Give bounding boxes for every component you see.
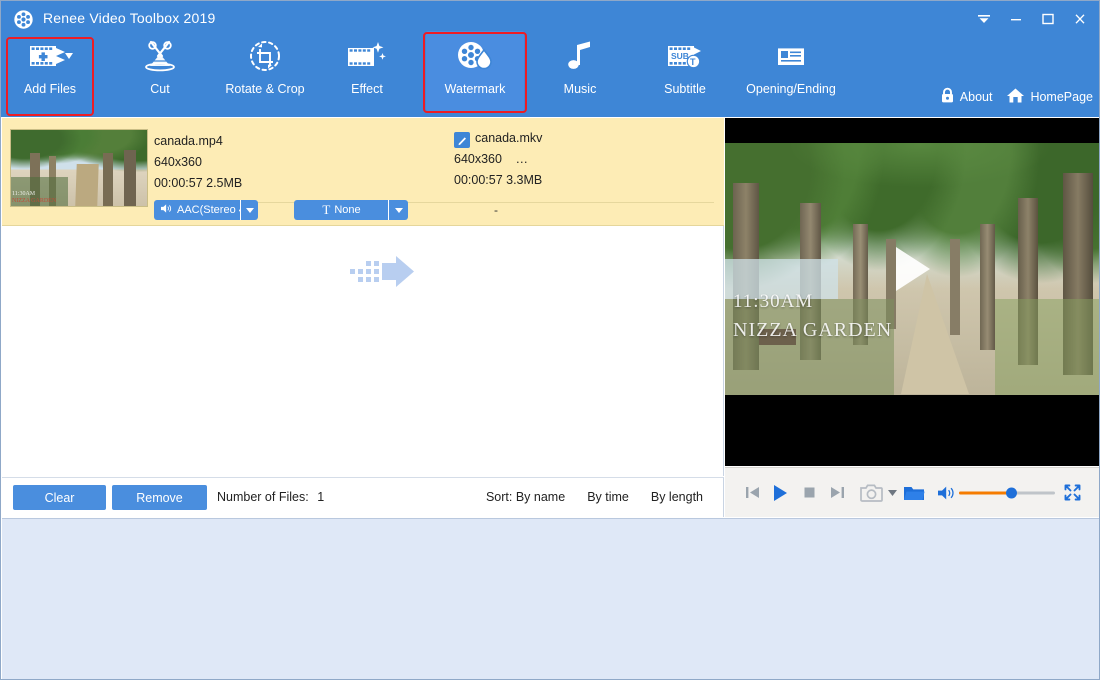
player-controls (725, 467, 1100, 517)
opening-ending-icon (775, 31, 807, 81)
sort-by-length[interactable]: By length (651, 490, 703, 504)
toolbar-item-label: Add Files (24, 82, 76, 96)
target-more-ellipsis[interactable]: … (515, 152, 528, 166)
toolbar-item-opening-ending[interactable]: Opening/Ending (729, 31, 853, 111)
number-of-files-label: Number of Files: (217, 490, 309, 504)
toolbar-item-music[interactable]: Music (539, 31, 621, 111)
skin-menu-button[interactable] (969, 7, 999, 31)
snapshot-menu-button[interactable] (885, 490, 899, 496)
source-file-meta: canada.mp4 640x360 00:00:57 2.5MB (154, 131, 242, 194)
toolbar-item-label: Subtitle (664, 82, 706, 96)
subtitle-track-selector[interactable]: T None (294, 200, 408, 220)
row-extra-field: - (494, 203, 498, 217)
video-surface[interactable]: 11:30AM NIZZA GARDEN (725, 143, 1100, 395)
audio-track-caret-down-icon[interactable] (240, 200, 258, 220)
scissors-icon (140, 31, 180, 81)
homepage-label: HomePage (1030, 90, 1093, 104)
app-title: Renee Video Toolbox 2019 (43, 10, 215, 26)
svg-text:SUB: SUB (671, 51, 689, 61)
play-button[interactable] (765, 483, 795, 503)
edit-pencil-icon[interactable] (454, 132, 470, 148)
music-note-icon (563, 31, 597, 81)
header-bar: Renee Video Toolbox 2019 (1, 1, 1100, 117)
subtitle-track-label: None (334, 204, 360, 216)
film-reel-icon (13, 9, 34, 30)
source-duration-size: 00:00:57 2.5MB (154, 173, 242, 194)
window-controls (969, 7, 1095, 31)
toolbar-item-rotate-crop[interactable]: Rotate & Crop (209, 31, 321, 111)
text-t-icon: T (322, 202, 330, 218)
speaker-icon (160, 203, 173, 217)
source-resolution: 640x360 (154, 152, 242, 173)
settings-panel: Merge all files into one Enable GPU Acce… (2, 518, 1100, 679)
toolbar-item-add-files[interactable]: Add Files (9, 31, 91, 111)
subtitle-icon: SUB T (664, 31, 706, 81)
toolbar-item-label: Rotate & Crop (225, 82, 304, 96)
previous-button[interactable] (739, 484, 765, 501)
main-toolbar: Add Files Cut (1, 31, 1100, 117)
file-list-footer: Clear Remove Number of Files: 1 Sort: By… (2, 477, 724, 517)
video-preview[interactable]: 11:30AM NIZZA GARDEN (725, 118, 1100, 466)
sort-by-time[interactable]: By time (587, 490, 629, 504)
lock-icon (940, 87, 955, 107)
rotate-crop-icon (245, 31, 285, 81)
subtitle-track-caret-down-icon[interactable] (388, 200, 408, 220)
header-links: About HomePage (940, 87, 1093, 107)
about-link[interactable]: About (940, 87, 993, 107)
preview-watermark-line2: NIZZA GARDEN (733, 319, 892, 342)
minimize-button[interactable] (1001, 7, 1031, 31)
toolbar-item-subtitle[interactable]: SUB T Subtitle (644, 31, 726, 111)
toolbar-item-label: Effect (351, 82, 383, 96)
number-of-files: Number of Files: 1 (217, 490, 324, 504)
svg-text:T: T (690, 57, 696, 67)
home-icon (1006, 87, 1025, 107)
maximize-button[interactable] (1033, 7, 1063, 31)
video-thumbnail: 11:30AMNIZZA GARDEN (10, 129, 148, 207)
add-film-icon (26, 31, 74, 81)
app-window: Renee Video Toolbox 2019 (0, 0, 1100, 680)
remove-button[interactable]: Remove (112, 485, 207, 510)
open-folder-button[interactable] (899, 484, 929, 502)
toolbar-item-label: Cut (150, 82, 169, 96)
file-list-row[interactable]: 11:30AMNIZZA GARDEN canada.mp4 640x360 0… (2, 118, 724, 226)
clear-button[interactable]: Clear (13, 485, 106, 510)
file-list[interactable]: 11:30AMNIZZA GARDEN canada.mp4 640x360 0… (2, 118, 724, 476)
reel-droplet-icon (453, 31, 497, 81)
toolbar-item-label: Opening/Ending (746, 82, 836, 96)
convert-arrow-icon (350, 255, 416, 292)
snapshot-button[interactable] (857, 483, 885, 502)
film-sparkle-icon (345, 31, 389, 81)
homepage-link[interactable]: HomePage (1006, 87, 1093, 107)
close-button[interactable] (1065, 7, 1095, 31)
next-button[interactable] (823, 484, 851, 501)
volume-button[interactable] (933, 485, 959, 501)
fullscreen-button[interactable] (1060, 483, 1086, 502)
audio-track-label: AAC(Stereo 4 (177, 204, 240, 216)
target-resolution: 640x360 … (454, 152, 528, 166)
toolbar-item-watermark[interactable]: Watermark (426, 31, 524, 111)
target-file-name: canada.mkv (475, 131, 542, 145)
stop-button[interactable] (795, 486, 823, 499)
toolbar-item-label: Music (564, 82, 597, 96)
preview-watermark-line1: 11:30AM (733, 291, 813, 313)
toolbar-item-effect[interactable]: Effect (326, 31, 408, 111)
play-triangle-icon[interactable] (896, 247, 930, 291)
about-label: About (960, 90, 993, 104)
sort-controls: Sort: By name By time By length (486, 490, 703, 504)
number-of-files-value: 1 (317, 490, 324, 504)
toolbar-item-cut[interactable]: Cut (119, 31, 201, 111)
sort-by-name[interactable]: Sort: By name (486, 490, 565, 504)
source-file-name: canada.mp4 (154, 131, 242, 152)
target-duration-size: 00:00:57 3.3MB (454, 173, 542, 187)
toolbar-item-label: Watermark (445, 82, 506, 96)
audio-track-selector[interactable]: AAC(Stereo 4 (154, 200, 258, 220)
